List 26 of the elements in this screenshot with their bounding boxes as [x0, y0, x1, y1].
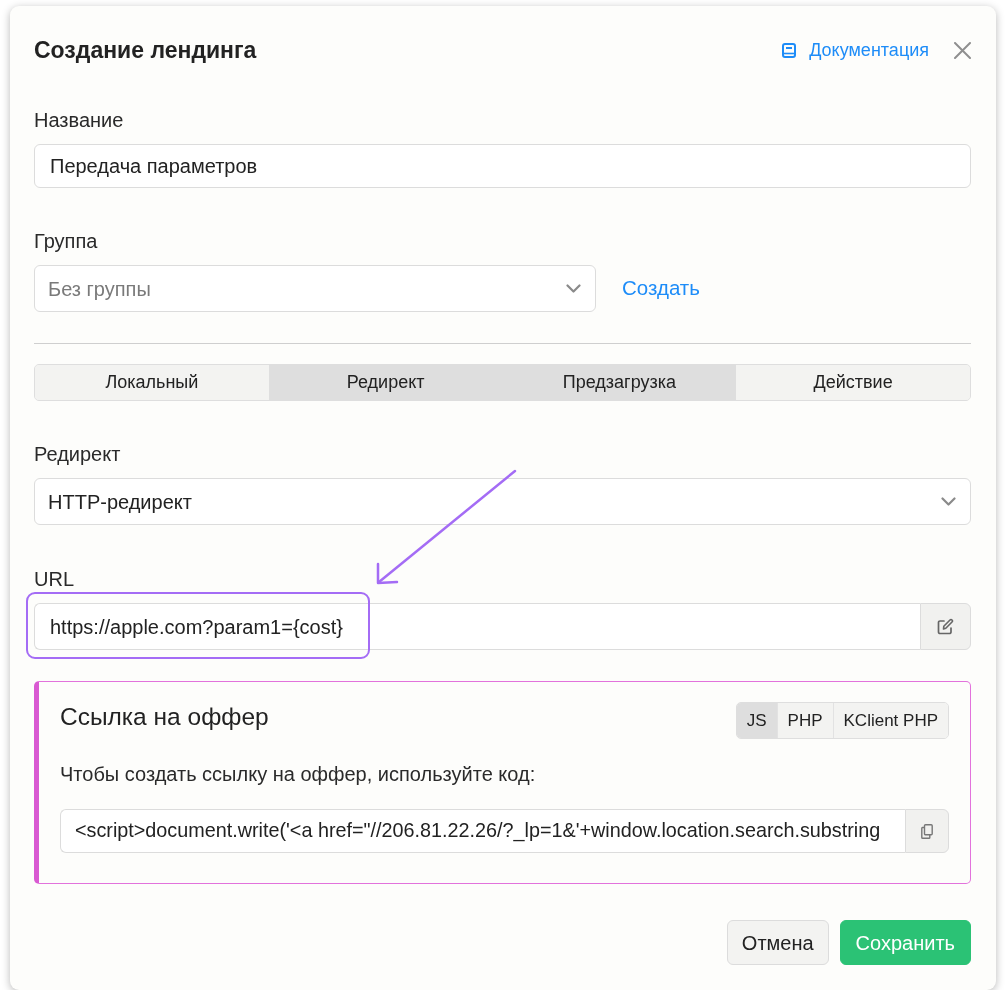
field-label: Название: [34, 108, 125, 133]
close-icon[interactable]: [954, 41, 971, 59]
redirect-select[interactable]: HTTP-редирект: [34, 478, 971, 525]
format-tab[interactable]: JS: [736, 703, 777, 738]
dialog-title: Создание лендинга: [34, 36, 257, 65]
code-field[interactable]: <script>document.write('<a href="//206.81.22.26/?_lp=1&'+window.location.search.substring: [60, 809, 905, 853]
mode-tab[interactable]: Редирект: [268, 365, 503, 400]
offer-title: Ссылка на оффер: [60, 702, 269, 732]
edit-icon: [937, 618, 954, 635]
field-label: URL: [34, 567, 75, 592]
group-select[interactable]: Без группы: [34, 265, 596, 312]
format-tab[interactable]: KClient PHP: [832, 703, 948, 738]
chevron-down-icon: [566, 284, 581, 293]
url-input[interactable]: https://apple.com?param1={cost}: [34, 603, 920, 650]
name-input[interactable]: Передача параметров: [34, 144, 971, 188]
copy-icon: [921, 823, 933, 839]
chevron-down-icon: [941, 497, 956, 506]
field-label: Редирект: [34, 442, 122, 467]
mode-tab[interactable]: Предзагрузка: [502, 365, 737, 400]
field-label: Группа: [34, 229, 99, 254]
hint-text: Чтобы создать ссылку на оффер, используйте код:: [60, 762, 537, 787]
edit-button[interactable]: [920, 603, 971, 650]
format-tab[interactable]: PHP: [776, 703, 833, 738]
copy-button[interactable]: [905, 809, 949, 853]
book-icon: [782, 42, 797, 58]
cancel-button[interactable]: Отмена: [726, 920, 829, 965]
